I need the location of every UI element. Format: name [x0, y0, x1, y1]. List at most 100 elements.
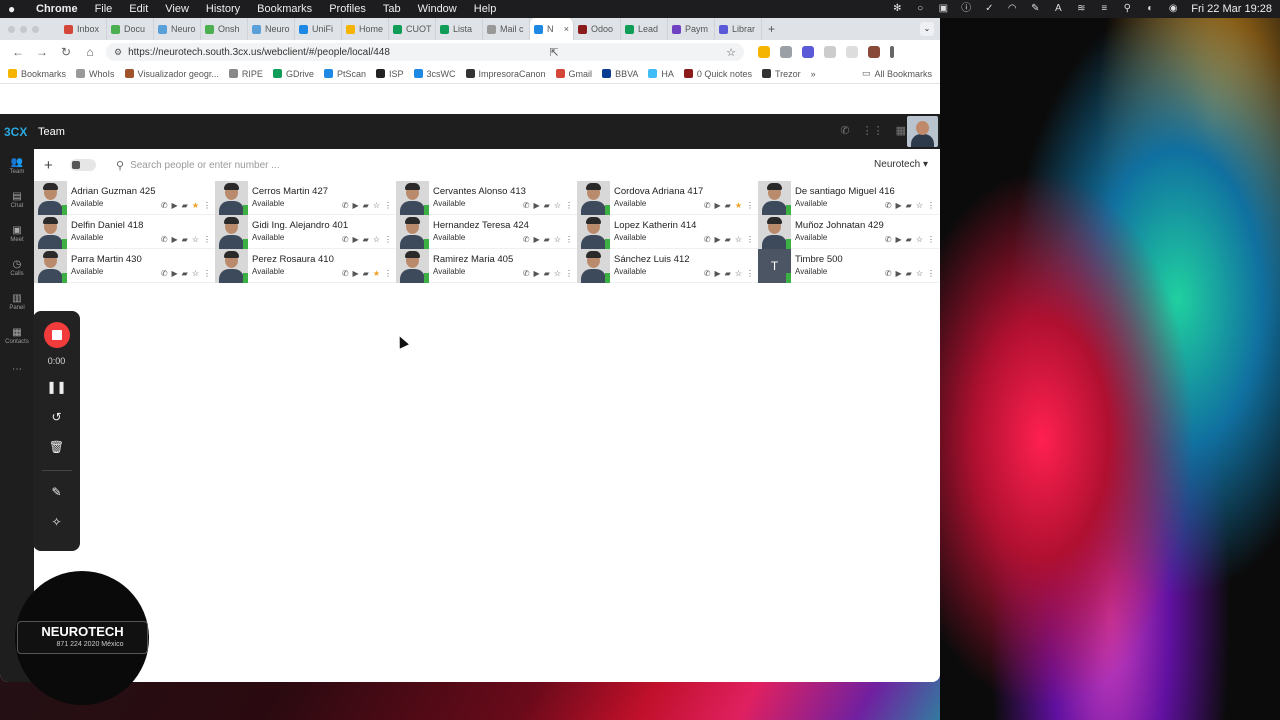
favorite-star-icon[interactable]: ☆	[735, 269, 742, 278]
forward-icon[interactable]: →	[30, 45, 54, 59]
headphones-icon[interactable]: ◠	[1007, 4, 1017, 14]
settings-icon[interactable]: ✻	[892, 4, 902, 14]
more-options-icon[interactable]: ⋮	[203, 235, 211, 244]
call-icon[interactable]: ✆	[342, 201, 349, 210]
url-field[interactable]: ⚙ https://neurotech.south.3cx.us/webclie…	[106, 43, 744, 61]
clock[interactable]: Fri 22 Mar 19:28	[1191, 3, 1272, 15]
person-card[interactable]: Cordova Adriana 417 Available ✆ ▶ ▰ ★ ⋮	[577, 181, 758, 215]
sidebar-item-contacts[interactable]: ▦ Contacts	[0, 319, 34, 353]
favorite-star-icon[interactable]: ☆	[735, 235, 742, 244]
video-icon[interactable]: ▶	[896, 269, 902, 278]
favorite-star-icon[interactable]: ★	[735, 201, 742, 210]
window-controls[interactable]	[8, 26, 39, 33]
chat-icon[interactable]: ▰	[363, 235, 369, 244]
trash-icon[interactable]: 🗑	[49, 440, 64, 456]
favorite-star-icon[interactable]: ☆	[554, 269, 561, 278]
call-icon[interactable]: ✆	[885, 269, 892, 278]
favorite-star-icon[interactable]: ☆	[916, 269, 923, 278]
sidebar-item-more[interactable]: ⋯	[0, 353, 34, 387]
extensions-puzzle-icon[interactable]	[824, 46, 836, 58]
video-icon[interactable]: ▶	[172, 269, 178, 278]
sidebar-item-chat[interactable]: ▤ Chat	[0, 183, 34, 217]
extension-icon[interactable]	[758, 46, 770, 58]
browser-tab[interactable]: Home	[342, 18, 389, 40]
person-card[interactable]: Delfin Daniel 418 Available ✆ ▶ ▰ ☆ ⋮	[34, 215, 215, 249]
favorite-star-icon[interactable]: ☆	[916, 235, 923, 244]
video-icon[interactable]: ▶	[896, 235, 902, 244]
chat-icon[interactable]: ▰	[363, 269, 369, 278]
video-icon[interactable]: ▶	[172, 201, 178, 210]
video-icon[interactable]: ▶	[534, 269, 540, 278]
call-icon[interactable]: ✆	[885, 235, 892, 244]
bookmark-item[interactable]: 0 Quick notes	[683, 69, 752, 79]
more-options-icon[interactable]: ⋮	[565, 235, 573, 244]
browser-tab[interactable]: Onsh	[201, 18, 248, 40]
person-card[interactable]: T Timbre 500 Available ✆ ▶ ▰ ☆ ⋮	[758, 249, 939, 283]
chat-icon[interactable]: ▰	[725, 269, 731, 278]
bookmark-item[interactable]: 3csWC	[413, 69, 456, 79]
chat-icon[interactable]: ▰	[544, 201, 550, 210]
more-options-icon[interactable]: ⋮	[746, 235, 754, 244]
more-options-icon[interactable]: ⋮	[927, 235, 935, 244]
info-icon[interactable]: ⓘ	[961, 4, 971, 14]
extension-icon[interactable]	[802, 46, 814, 58]
call-icon[interactable]: ✆	[704, 269, 711, 278]
sidebar-item-calls[interactable]: ◷ Calls	[0, 251, 34, 285]
video-icon[interactable]: ▶	[353, 269, 359, 278]
text-icon[interactable]: ▣	[938, 4, 948, 14]
person-card[interactable]: Ramirez Maria 405 Available ✆ ▶ ▰ ☆ ⋮	[396, 249, 577, 283]
apple-icon[interactable]: ●	[8, 2, 22, 16]
call-icon[interactable]: ✆	[704, 201, 711, 210]
sparkle-icon[interactable]: ✧	[51, 515, 61, 531]
person-card[interactable]: Sánchez Luis 412 Available ✆ ▶ ▰ ☆ ⋮	[577, 249, 758, 283]
person-card[interactable]: Perez Rosaura 410 Available ✆ ▶ ▰ ★ ⋮	[215, 249, 396, 283]
bookmark-item[interactable]: BBVA	[602, 69, 638, 79]
more-options-icon[interactable]: ⋮	[746, 269, 754, 278]
bookmark-item[interactable]: Trezor	[761, 69, 801, 79]
browser-tab[interactable]: Odoo	[574, 18, 621, 40]
browser-tab[interactable]: Mail c	[483, 18, 530, 40]
reload-icon[interactable]: ↻	[54, 45, 78, 59]
favorite-star-icon[interactable]: ☆	[916, 201, 923, 210]
close-tab-icon[interactable]: ×	[564, 24, 569, 34]
pen-icon[interactable]: ✎	[51, 485, 61, 501]
video-icon[interactable]: ▶	[172, 235, 178, 244]
menu-edit[interactable]: Edit	[129, 3, 148, 15]
video-icon[interactable]: ▶	[896, 201, 902, 210]
chat-icon[interactable]: ▰	[544, 235, 550, 244]
sidebar-item-meet[interactable]: ▣ Meet	[0, 217, 34, 251]
browser-tab[interactable]: Paym	[668, 18, 715, 40]
video-icon[interactable]: ▶	[715, 269, 721, 278]
browser-tab[interactable]: Inbox	[60, 18, 107, 40]
extension-icon[interactable]	[780, 46, 792, 58]
more-options-icon[interactable]: ⋮	[384, 201, 392, 210]
video-icon[interactable]: ▶	[353, 201, 359, 210]
group-selector[interactable]: Neurotech ▾	[874, 159, 928, 170]
more-options-icon[interactable]: ⋮	[746, 201, 754, 210]
favorite-star-icon[interactable]: ☆	[373, 201, 380, 210]
browser-tab[interactable]: N ×	[530, 18, 574, 40]
bookmark-star-icon[interactable]: ☆	[726, 46, 736, 59]
menu-window[interactable]: Window	[418, 3, 457, 15]
call-icon[interactable]: ✆	[161, 269, 168, 278]
pen-icon[interactable]: ✎	[1030, 4, 1040, 14]
person-card[interactable]: De santiago Miguel 416 Available ✆ ▶ ▰ ☆ ⋮	[758, 181, 939, 215]
people-search[interactable]: ⚲ Search people or enter number ...	[116, 159, 280, 172]
call-icon[interactable]: ✆	[523, 235, 530, 244]
browser-tab[interactable]: Neuro	[154, 18, 201, 40]
video-icon[interactable]: ▶	[353, 235, 359, 244]
more-options-icon[interactable]: ⋮	[384, 269, 392, 278]
browser-tab[interactable]: Lead	[621, 18, 668, 40]
more-options-icon[interactable]: ⋮	[384, 235, 392, 244]
favorite-star-icon[interactable]: ☆	[554, 235, 561, 244]
tab-search-icon[interactable]: ⌄	[920, 22, 934, 36]
site-info-icon[interactable]: ⚙	[114, 47, 122, 58]
chat-icon[interactable]: ▰	[725, 235, 731, 244]
menu-profiles[interactable]: Profiles	[329, 3, 366, 15]
call-icon[interactable]: ✆	[885, 201, 892, 210]
bookmark-item[interactable]: Visualizador geogr...	[124, 69, 219, 79]
bookmark-item[interactable]: PtScan	[323, 69, 366, 79]
phone-icon[interactable]: ✆	[840, 124, 849, 137]
open-external-icon[interactable]: ⇱	[549, 46, 558, 59]
home-icon[interactable]: ⌂	[78, 45, 102, 59]
